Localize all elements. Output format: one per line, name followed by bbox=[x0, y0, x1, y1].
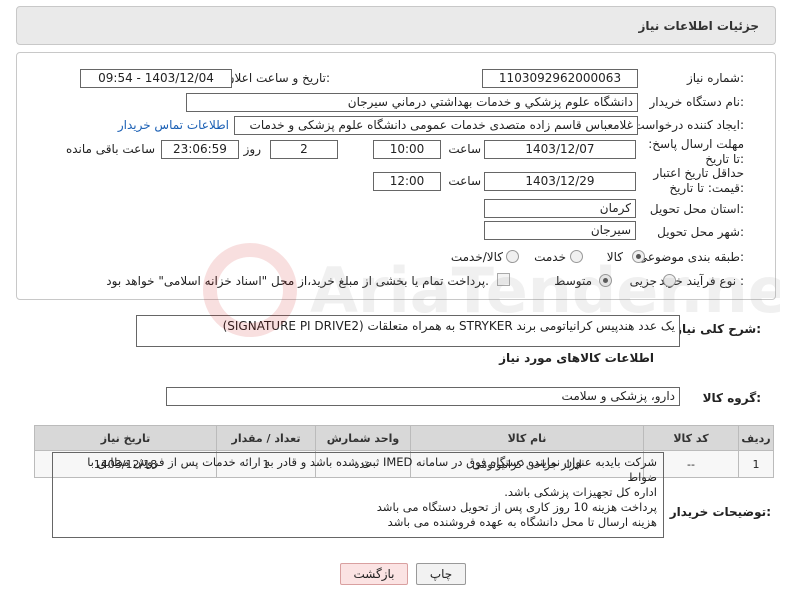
page-header: جزئیات اطلاعات نیاز bbox=[16, 6, 776, 45]
category-label: طبقه بندی موضوعی: bbox=[637, 250, 744, 264]
category-radio-goods-service[interactable] bbox=[506, 250, 519, 263]
process-option-minor: جزیی bbox=[629, 274, 657, 288]
need-number-field: 1103092962000063 bbox=[482, 69, 638, 88]
remaining-time-field: 23:06:59 bbox=[161, 140, 239, 159]
price-validity-date-field: 1403/12/29 bbox=[484, 172, 636, 191]
goods-info-title: اطلاعات کالاهای مورد نیاز bbox=[499, 351, 654, 365]
process-radio-medium[interactable] bbox=[599, 274, 612, 287]
deadline-time-field: 10:00 bbox=[373, 140, 441, 159]
announce-datetime-field: 1403/12/04 - 09:54 bbox=[80, 69, 232, 88]
col-unit-header: واحد شمارش bbox=[315, 425, 411, 451]
deadline-date-field: 1403/12/07 bbox=[484, 140, 636, 159]
deadline-days-field: 2 bbox=[270, 140, 338, 159]
buyer-notes-label: توضیحات خریدار: bbox=[669, 505, 771, 519]
province-field: کرمان bbox=[484, 199, 636, 218]
description-field: یک عدد هندپیس کرانیاتومی برند STRYKER به… bbox=[136, 315, 680, 347]
buyer-org-label: نام دستگاه خریدار: bbox=[649, 95, 745, 109]
col-name-header: نام کالا bbox=[410, 425, 644, 451]
buyer-contact-link[interactable]: اطلاعات تماس خریدار bbox=[118, 118, 229, 132]
province-label: استان محل تحویل: bbox=[649, 202, 744, 216]
print-button[interactable]: چاپ bbox=[416, 563, 466, 585]
page-title: جزئیات اطلاعات نیاز bbox=[638, 19, 759, 33]
category-option-service: خدمت bbox=[534, 250, 566, 264]
price-validity-label: حداقل تاریخ اعتبار قیمت: تا تاریخ: bbox=[653, 166, 744, 195]
buyer-notes-line: پرداخت هزینه 10 روز کاری پس از تحویل دست… bbox=[376, 500, 657, 514]
requester-field: غلامعباس قاسم زاده متصدی خدمات عمومی دان… bbox=[234, 116, 638, 135]
deadline-time-label: ساعت bbox=[448, 142, 481, 156]
goods-group-label: گروه کالا: bbox=[702, 391, 761, 405]
category-radio-service[interactable] bbox=[570, 250, 583, 263]
process-option-medium: متوسط bbox=[554, 274, 592, 288]
need-number-label: شماره نیاز: bbox=[686, 71, 744, 85]
goods-table-header: ردیف کد کالا نام کالا واحد شمارش تعداد /… bbox=[34, 425, 774, 451]
buyer-notes-line: شرکت بایدبه عنوان نماینده دستگاه فوق در … bbox=[87, 455, 657, 484]
treasury-payment-text: پرداخت تمام یا بخشی از مبلغ خرید،از محل … bbox=[106, 274, 489, 288]
buyer-notes-line: هزینه ارسال تا محل دانشگاه به عهده فروشن… bbox=[387, 515, 657, 529]
buyer-notes-line: اداره کل تجهیزات پزشکی باشد. bbox=[504, 485, 657, 499]
category-option-goods-service: کالا/خدمت bbox=[450, 250, 503, 264]
category-option-goods: کالا bbox=[606, 250, 623, 264]
col-row-header: ردیف bbox=[738, 425, 774, 451]
category-radio-goods[interactable] bbox=[632, 250, 645, 263]
process-radio-minor[interactable] bbox=[663, 274, 676, 287]
treasury-payment-checkbox[interactable] bbox=[497, 273, 510, 286]
requester-label: ایجاد کننده درخواست: bbox=[633, 118, 744, 132]
remaining-time-label: ساعت باقی مانده bbox=[65, 142, 155, 156]
price-validity-time-field: 12:00 bbox=[373, 172, 441, 191]
deadline-label: مهلت ارسال پاسخ: تا تاریخ: bbox=[648, 137, 744, 166]
col-date-header: تاریخ نیاز bbox=[34, 425, 217, 451]
description-label: شرح کلی نیاز: bbox=[675, 322, 761, 336]
back-button[interactable]: بازگشت bbox=[340, 563, 408, 585]
price-validity-time-label: ساعت bbox=[448, 174, 481, 188]
buyer-org-field: دانشگاه علوم پزشکي و خدمات بهداشتي درمان… bbox=[186, 93, 638, 112]
cell-row: 1 bbox=[738, 450, 774, 478]
col-code-header: کد کالا bbox=[643, 425, 739, 451]
city-field: سیرجان bbox=[484, 221, 636, 240]
buyer-notes-field: شرکت بایدبه عنوان نماینده دستگاه فوق در … bbox=[52, 452, 664, 538]
goods-group-field: دارو، پزشکی و سلامت bbox=[166, 387, 680, 406]
col-qty-header: تعداد / مقدار bbox=[216, 425, 316, 451]
city-label: شهر محل تحویل: bbox=[657, 225, 744, 239]
